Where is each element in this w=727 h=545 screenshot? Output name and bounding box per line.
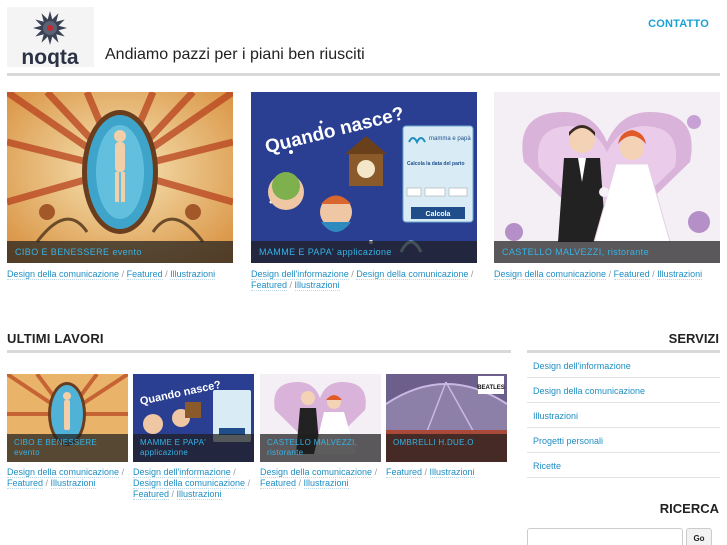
recent-thumb-castello[interactable]: CASTELLO MALVEZZI, ristorante [260,374,381,462]
featured-item-cibo: CIBO E BENESSERE evento Design della com… [7,92,233,280]
tag-link[interactable]: Featured [386,467,423,478]
recent-tags: Design della comunicazione / Featured / … [7,467,125,489]
tag-link[interactable]: Design della comunicazione [494,269,607,280]
services-heading: SERVIZI [668,331,719,346]
search-input[interactable] [527,528,683,545]
featured-tags: Design della comunicazione / Featured / … [7,269,216,280]
tag-link[interactable]: Illustrazioni [170,269,216,280]
featured-caption: CASTELLO MALVEZZI, ristorante [494,241,720,263]
service-link-comunicazione[interactable]: Design della comunicazione [533,386,645,396]
recent-caption: MAMME E PAPA' applicazione [133,434,254,462]
recent-caption: CASTELLO MALVEZZI, ristorante [260,434,381,462]
site-tagline: Andiamo pazzi per i piani ben riusciti [105,46,365,63]
services-item: Progetti personali [527,428,720,453]
header-divider [7,73,720,76]
contact-link[interactable]: CONTATTO [648,18,709,30]
recent-caption: OMBRELLI H.DUE.O [386,434,507,462]
tag-link[interactable]: Design della comunicazione [133,478,246,489]
recent-item-castello: CASTELLO MALVEZZI, ristorante Design del… [260,374,381,489]
recent-thumb-cibo[interactable]: CIBO E BENESSERE evento [7,374,128,462]
logo-wordmark: noqta [21,46,78,67]
tag-link[interactable]: Featured [133,489,170,500]
tag-link[interactable]: Illustrazioni [657,269,703,280]
recent-thumb-ombrelli[interactable]: BEATLES OMBRELLI H.DUE.O [386,374,507,462]
image-prompt: Calcola la data del parto [407,161,465,167]
tag-link[interactable]: Featured [7,478,44,489]
featured-thumb-mamme[interactable]: Quando nasce? mamma e papà Calcola la da… [251,92,477,263]
featured-item-castello: CASTELLO MALVEZZI, ristorante Design del… [494,92,720,280]
services-item: Design della comunicazione [527,378,720,403]
site-logo[interactable]: noqta [7,7,94,67]
service-link-ricette[interactable]: Ricette [533,461,561,471]
featured-thumb-castello[interactable]: CASTELLO MALVEZZI, ristorante [494,92,720,263]
tag-link[interactable]: Featured [251,280,288,291]
cibo-illustration [7,92,233,263]
tag-link[interactable]: Illustrazioni [294,280,340,291]
tag-link[interactable]: Featured [613,269,650,280]
service-link-informazione[interactable]: Design dell'informazione [533,361,631,371]
recent-item-cibo: CIBO E BENESSERE evento Design della com… [7,374,128,489]
recent-caption: CIBO E BENESSERE evento [7,434,128,462]
services-item: Design dell'informazione [527,353,720,378]
tag-link[interactable]: Featured [260,478,297,489]
beatles-badge: BEATLES [477,385,505,391]
recent-item-ombrelli: BEATLES OMBRELLI H.DUE.O Featured / Illu… [386,374,507,478]
service-link-illustrazioni[interactable]: Illustrazioni [533,411,578,421]
recent-works-heading: ULTIMI LAVORI [7,331,104,346]
recent-tags: Design dell'informazione / Design della … [133,467,251,500]
recent-tags: Design della comunicazione / Featured / … [260,467,378,489]
recent-works-divider [7,350,511,353]
recent-tags: Featured / Illustrazioni [386,467,475,478]
service-link-progetti[interactable]: Progetti personali [533,436,603,446]
tag-link[interactable]: Design della comunicazione [356,269,469,280]
tag-link[interactable]: Design dell'informazione [133,467,231,478]
search-heading: RICERCA [659,501,719,516]
services-item: Ricette [527,453,720,478]
tag-link[interactable]: Design della comunicazione [7,467,120,478]
tag-link[interactable]: Illustrazioni [50,478,96,489]
tag-link[interactable]: Design della comunicazione [260,467,373,478]
image-brand: mamma e papà [429,136,471,142]
mamme-illustration: Quando nasce? mamma e papà Calcola la da… [251,92,477,263]
image-button: Calcola [426,211,451,218]
featured-item-mamme: Quando nasce? mamma e papà Calcola la da… [251,92,477,291]
featured-thumb-cibo[interactable]: CIBO E BENESSERE evento [7,92,233,263]
tag-link[interactable]: Design della comunicazione [7,269,120,280]
featured-caption: CIBO E BENESSERE evento [7,241,233,263]
tag-link[interactable]: Illustrazioni [303,478,349,489]
featured-tags: Design dell'informazione / Design della … [251,269,474,291]
recent-thumb-mamme[interactable]: Quando nasce? MAMME E PAPA' applicazione [133,374,254,462]
tag-link[interactable]: Illustrazioni [429,467,475,478]
tag-link[interactable]: Illustrazioni [176,489,222,500]
featured-caption: MAMME E PAPA' applicazione [251,241,477,263]
featured-tags: Design della comunicazione / Featured / … [494,269,703,280]
recent-item-mamme: Quando nasce? MAMME E PAPA' applicazione… [133,374,254,500]
services-item: Illustrazioni [527,403,720,428]
services-list: Design dell'informazione Design della co… [527,353,720,478]
search-go-button[interactable]: Go [686,528,712,545]
tag-link[interactable]: Design dell'informazione [251,269,349,280]
castello-illustration [494,92,720,263]
tag-link[interactable]: Featured [126,269,163,280]
